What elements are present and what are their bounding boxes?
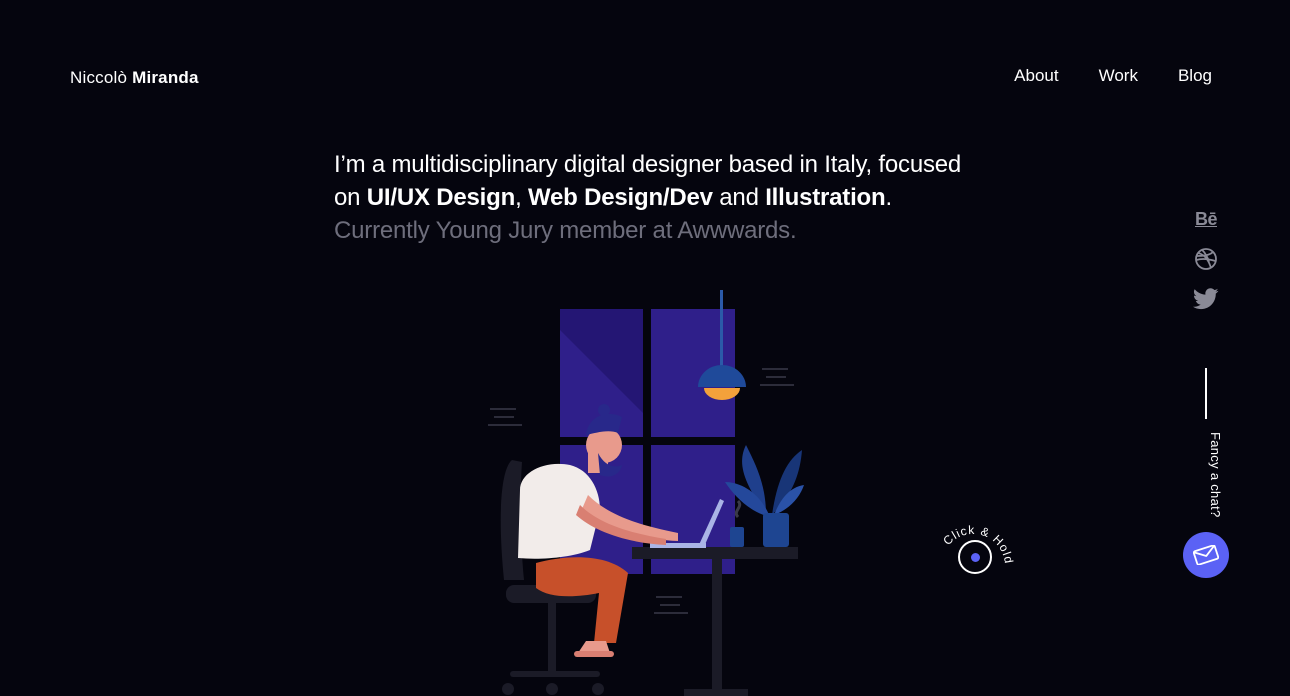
chat-label: Fancy a chat? xyxy=(1208,432,1223,518)
nav-about[interactable]: About xyxy=(1014,66,1058,86)
skill-illustration: Illustration xyxy=(765,184,886,211)
logo-first-name: Niccolò xyxy=(70,68,128,87)
intro-separator-1: , xyxy=(515,184,528,211)
chat-button[interactable] xyxy=(1183,532,1229,578)
behance-icon[interactable]: Bē xyxy=(1193,206,1219,232)
intro-line-3: Currently Young Jury member at Awwwards. xyxy=(334,217,797,244)
click-and-hold-button[interactable]: Click & Hold xyxy=(935,518,1017,600)
intro-line-1: I’m a multidisciplinary digital designer… xyxy=(334,151,962,178)
intro-separator-2: and xyxy=(712,184,766,211)
nav-blog[interactable]: Blog xyxy=(1178,66,1212,86)
intro-prefix: on xyxy=(334,184,367,211)
behance-label: Bē xyxy=(1194,208,1218,229)
logo-last-name: Miranda xyxy=(132,68,199,87)
intro-line-2: on UI/UX Design, Web Design/Dev and Illu… xyxy=(334,181,974,214)
site-logo[interactable]: Niccolò Miranda xyxy=(70,68,199,88)
intro-text: I’m a multidisciplinary digital designer… xyxy=(334,148,974,247)
skill-webdesign: Web Design/Dev xyxy=(528,184,713,211)
social-links: Bē xyxy=(1190,206,1222,312)
nav-work[interactable]: Work xyxy=(1099,66,1138,86)
intro-end: . xyxy=(885,184,892,211)
main-nav: About Work Blog xyxy=(1014,66,1212,86)
desk-illustration xyxy=(488,290,804,696)
click-hold-dot xyxy=(971,553,980,562)
skill-uiux: UI/UX Design xyxy=(366,184,516,211)
twitter-icon[interactable] xyxy=(1193,286,1219,312)
dribbble-icon[interactable] xyxy=(1193,246,1219,272)
envelope-icon xyxy=(1193,545,1219,565)
page: Niccolò Miranda About Work Blog I’m a mu… xyxy=(0,0,1290,696)
divider-line xyxy=(1205,368,1207,419)
